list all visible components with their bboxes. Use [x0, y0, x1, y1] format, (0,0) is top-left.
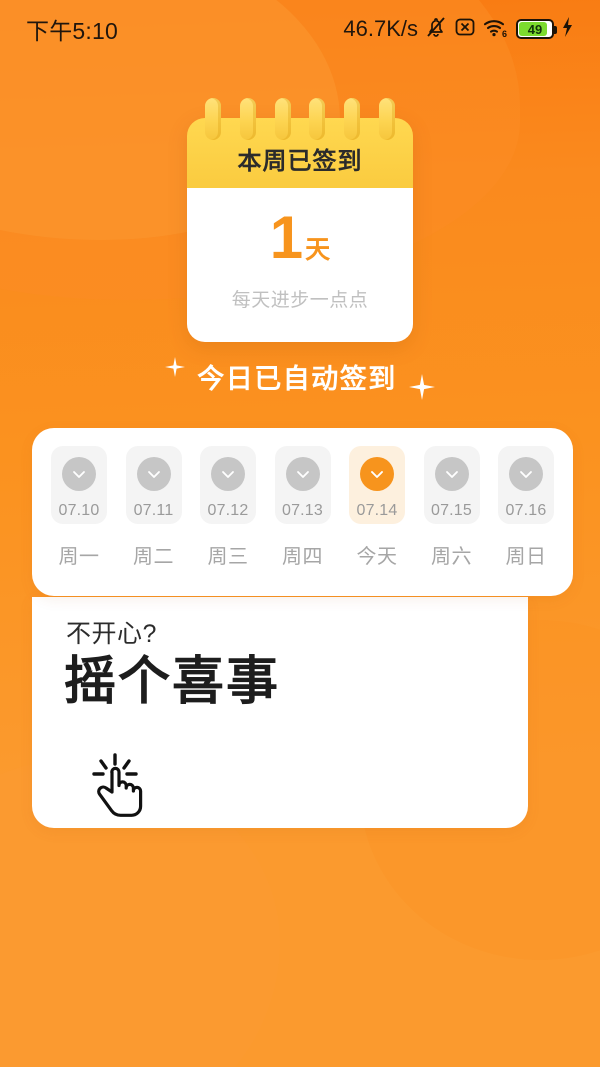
signal-off-icon	[454, 16, 476, 43]
calendar-rings	[187, 98, 413, 140]
day-pill-0715[interactable]: 07.15	[423, 446, 480, 524]
week-day-label-today: 今天	[356, 546, 398, 568]
week-day-label: 周一	[58, 546, 100, 568]
week-label-row: 周一 周二 周三 周四 今天 周六 周日	[32, 524, 573, 569]
week-day-row: 07.10 07.11 07.12 07.13 07.14 07.15 07.1…	[32, 428, 573, 524]
calendar-ring	[309, 98, 326, 140]
day-date-label: 07.11	[133, 502, 174, 519]
battery-icon: 49	[516, 19, 557, 39]
week-day-label: 周六	[431, 546, 472, 568]
day-pill-0716[interactable]: 07.16	[498, 446, 554, 524]
chevron-down-icon	[360, 457, 394, 491]
day-date-label: 07.13	[281, 502, 324, 519]
checkin-count: 1 天	[269, 204, 331, 271]
calendar-card: 本周已签到 1 天 每天进步一点点	[187, 98, 413, 343]
calendar-header-title: 本周已签到	[237, 148, 363, 175]
battery-level-label: 49	[527, 21, 543, 37]
day-pill-0710[interactable]: 07.10	[51, 446, 107, 524]
calendar-ring	[274, 98, 291, 140]
week-day-label: 周二	[133, 546, 174, 568]
day-pill-0712[interactable]: 07.12	[200, 446, 256, 524]
sparkle-icon	[165, 357, 186, 377]
chevron-down-icon	[136, 457, 171, 491]
chevron-down-icon	[211, 457, 245, 491]
sparkle-icon	[408, 374, 435, 400]
calendar-subtitle: 每天进步一点点	[231, 290, 369, 312]
chevron-down-icon	[509, 457, 543, 491]
shake-card-prompt: 不开心?	[66, 620, 157, 648]
status-bar-indicators: 46.7K/s 6 49	[343, 15, 574, 44]
day-date-label: 07.12	[207, 502, 249, 519]
bell-muted-icon	[425, 15, 447, 44]
auto-checkin-text: 今日已自动签到	[197, 363, 397, 394]
auto-checkin-banner: 今日已自动签到	[0, 352, 600, 400]
calendar-ring	[239, 98, 256, 140]
checkin-count-number: 1	[269, 204, 304, 271]
calendar-ring	[378, 98, 395, 140]
calendar-ring	[344, 98, 361, 140]
day-date-label: 07.16	[505, 502, 547, 519]
chevron-down-icon	[62, 457, 96, 491]
status-bar-time: 下午5:10	[26, 18, 118, 44]
shake-card-title: 摇个喜事	[64, 653, 281, 711]
day-pill-0713[interactable]: 07.13	[274, 446, 331, 524]
status-bar: 下午5:10 46.7K/s 6 49	[0, 0, 600, 58]
charging-bolt-icon	[561, 16, 574, 43]
week-checkin-card: 07.10 07.11 07.12 07.13 07.14 07.15 07.1…	[32, 428, 573, 596]
day-pill-0711[interactable]: 07.11	[125, 446, 182, 524]
calendar-ring	[205, 98, 221, 140]
app-screen: 下午5:10 46.7K/s 6 49 本周已签到 1 天 每天进步一点点 今日…	[0, 0, 600, 1067]
network-speed-label: 46.7K/s	[343, 16, 418, 41]
wifi6-icon: 6	[483, 16, 509, 43]
day-pill-today[interactable]: 07.14	[349, 446, 405, 524]
chevron-down-icon	[434, 457, 469, 491]
week-day-label: 周日	[505, 546, 547, 568]
day-date-label: 07.10	[58, 502, 100, 519]
week-day-label: 周四	[282, 546, 323, 568]
tap-hand-icon[interactable]	[88, 752, 160, 818]
week-day-label: 周三	[207, 546, 249, 568]
day-date-label: 07.15	[430, 502, 473, 519]
checkin-count-unit: 天	[305, 236, 331, 265]
day-date-label: 07.14	[356, 502, 398, 519]
shake-lucky-card[interactable]: 不开心? 摇个喜事	[32, 597, 528, 828]
calendar-body: 1 天 每天进步一点点	[187, 188, 413, 343]
chevron-down-icon	[285, 457, 320, 491]
svg-text:6: 6	[502, 29, 507, 38]
